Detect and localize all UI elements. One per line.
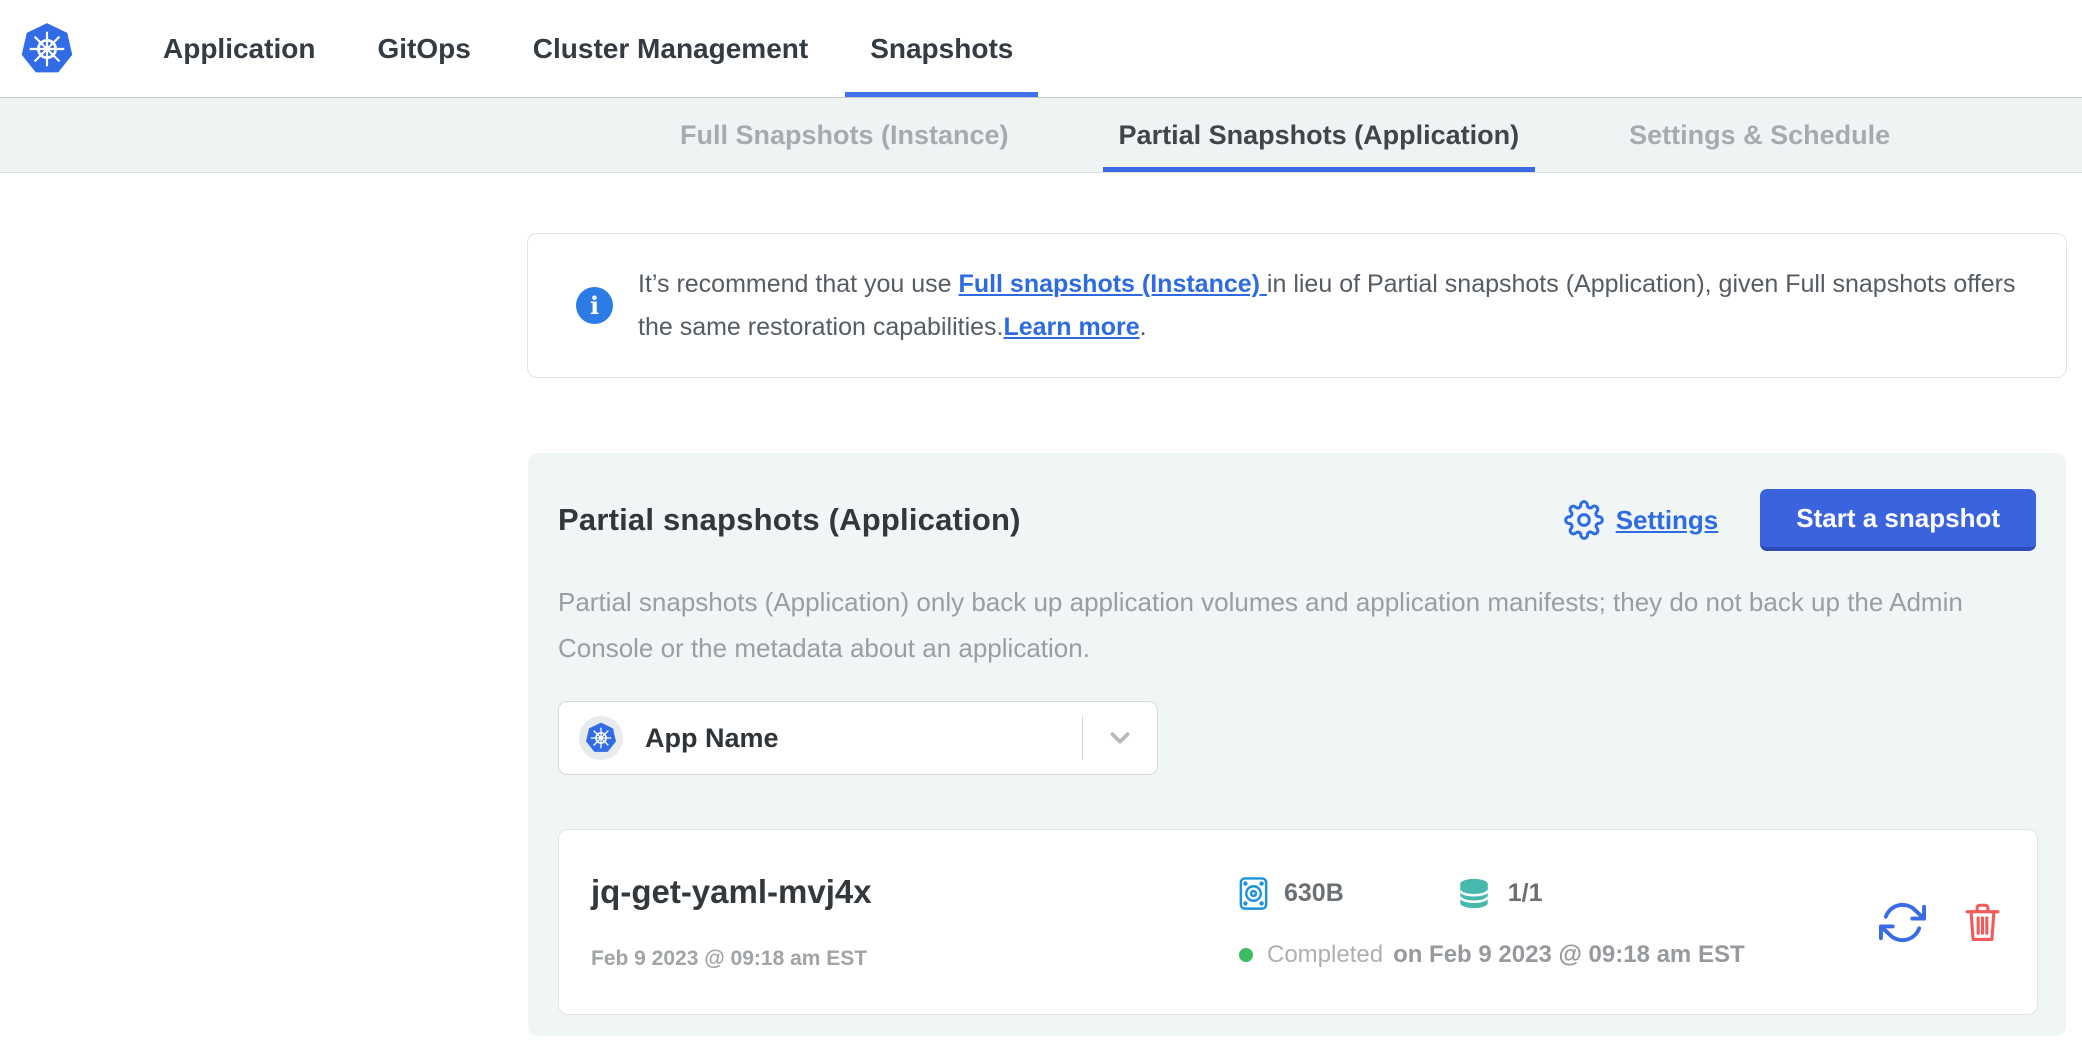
app-kubernetes-icon bbox=[579, 716, 623, 760]
snapshot-details: 630B 1/1 Completed on Feb 9 2023 @ 09:18… bbox=[1239, 876, 1879, 969]
snapshot-size-metric: 630B bbox=[1239, 876, 1344, 911]
settings-link[interactable]: Settings bbox=[1616, 505, 1719, 536]
snapshot-status-row: Completed on Feb 9 2023 @ 09:18 am EST bbox=[1239, 941, 1879, 969]
snapshot-row: jq-get-yaml-mvj4x Feb 9 2023 @ 09:18 am … bbox=[558, 829, 2038, 1015]
nav-item-application[interactable]: Application bbox=[138, 0, 340, 97]
snapshot-actions bbox=[1879, 899, 2001, 946]
tab-full-snapshots[interactable]: Full Snapshots (Instance) bbox=[664, 98, 1025, 172]
chevron-down-icon[interactable] bbox=[1083, 723, 1157, 753]
tab-partial-snapshots[interactable]: Partial Snapshots (Application) bbox=[1103, 98, 1536, 172]
learn-more-link[interactable]: Learn more bbox=[1003, 313, 1139, 341]
snapshot-identity: jq-get-yaml-mvj4x Feb 9 2023 @ 09:18 am … bbox=[591, 873, 1239, 971]
page-title: Partial snapshots (Application) bbox=[558, 502, 1021, 538]
tab-settings-schedule[interactable]: Settings & Schedule bbox=[1613, 98, 1906, 172]
panel-description: Partial snapshots (Application) only bac… bbox=[558, 579, 2036, 671]
snapshot-status: Completed bbox=[1267, 941, 1383, 969]
snapshot-status-detail: on Feb 9 2023 @ 09:18 am EST bbox=[1393, 941, 1745, 969]
snapshot-volumes-metric: 1/1 bbox=[1456, 877, 1543, 910]
app-name-selector[interactable]: App Name bbox=[558, 701, 1158, 775]
main-nav: Application GitOps Cluster Management Sn… bbox=[138, 0, 1038, 97]
nav-item-cluster-management[interactable]: Cluster Management bbox=[508, 0, 833, 97]
info-banner: i It’s recommend that you use Full snaps… bbox=[527, 233, 2067, 378]
top-navigation: Application GitOps Cluster Management Sn… bbox=[0, 0, 2082, 97]
restore-snapshot-button[interactable] bbox=[1879, 899, 1926, 946]
full-snapshots-link[interactable]: Full snapshots (Instance) bbox=[959, 270, 1267, 298]
info-text-before: It’s recommend that you use bbox=[638, 270, 959, 298]
nav-item-snapshots[interactable]: Snapshots bbox=[845, 0, 1038, 97]
database-icon bbox=[1456, 877, 1492, 910]
status-dot-icon bbox=[1239, 948, 1253, 962]
panel-header-actions: Settings Start a snapshot bbox=[1564, 489, 2036, 551]
partial-snapshots-panel: Partial snapshots (Application) Settings… bbox=[528, 453, 2066, 1036]
snapshot-size: 630B bbox=[1284, 879, 1344, 908]
disk-icon bbox=[1239, 876, 1268, 911]
snapshot-metrics: 630B 1/1 bbox=[1239, 876, 1879, 911]
nav-item-gitops[interactable]: GitOps bbox=[352, 0, 495, 97]
info-text-after: . bbox=[1140, 313, 1147, 341]
subnav-tabs: Full Snapshots (Instance) Partial Snapsh… bbox=[664, 98, 1906, 172]
restore-icon bbox=[1879, 899, 1926, 946]
start-snapshot-button[interactable]: Start a snapshot bbox=[1760, 489, 2036, 551]
delete-snapshot-button[interactable] bbox=[1964, 901, 2001, 944]
panel-header: Partial snapshots (Application) Settings… bbox=[558, 489, 2036, 551]
snapshot-name: jq-get-yaml-mvj4x bbox=[591, 873, 1239, 911]
info-icon: i bbox=[576, 287, 613, 324]
snapshot-volume-count: 1/1 bbox=[1508, 879, 1543, 908]
trash-icon bbox=[1964, 901, 2001, 944]
snapshot-created-date: Feb 9 2023 @ 09:18 am EST bbox=[591, 947, 1239, 971]
info-banner-text: It’s recommend that you use Full snapsho… bbox=[638, 263, 2026, 349]
app-selector-value: App Name bbox=[645, 723, 779, 754]
gear-icon[interactable] bbox=[1564, 500, 1604, 540]
snapshots-subnav: Full Snapshots (Instance) Partial Snapsh… bbox=[0, 97, 2082, 173]
kubernetes-logo bbox=[20, 22, 74, 76]
